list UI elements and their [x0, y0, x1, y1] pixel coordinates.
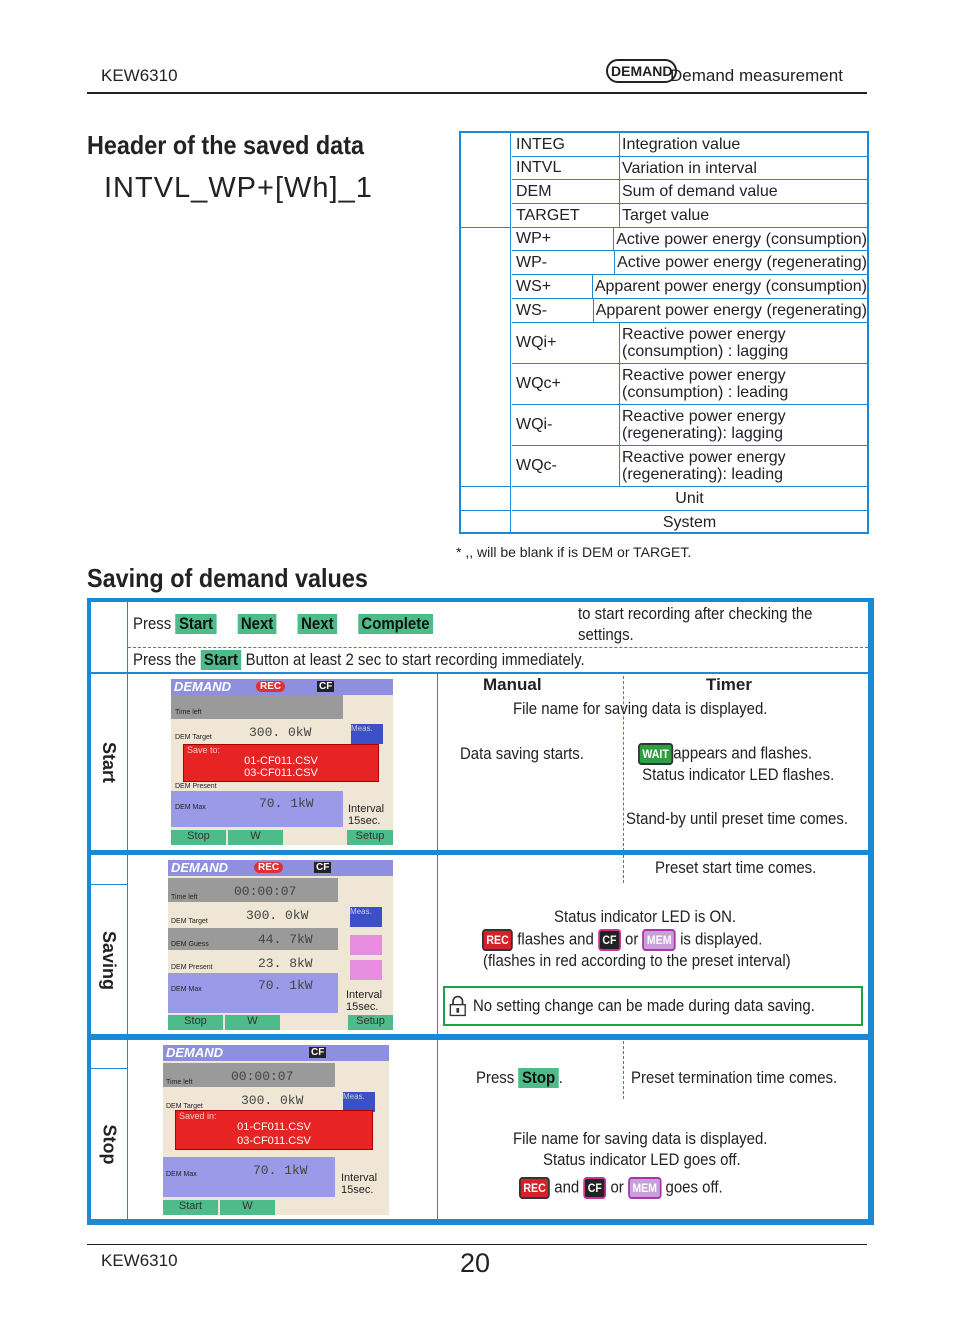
header-example: INTVL_WP+[Wh]_1	[104, 172, 373, 204]
cf-icon: CF	[597, 929, 621, 951]
table-row: WP+ Active power energy (consumption)	[512, 227, 867, 250]
table-row: WS- Apparent power energy (regenerating)	[512, 298, 867, 322]
row-code: INTVL	[512, 157, 620, 179]
rec-icon: REC	[482, 929, 514, 951]
row-code: WQi-	[512, 405, 620, 445]
page-number: 20	[460, 1248, 491, 1278]
lock-icon	[449, 995, 466, 1017]
stop-line1: File name for saving data is displayed.	[513, 1129, 768, 1148]
row-desc: Reactive power energy (regenerating): lag…	[622, 408, 786, 442]
row-code: TARGET	[512, 204, 620, 227]
table-row: WQc- Reactive power energy (regenerating):…	[512, 445, 867, 486]
timer-text-3: Stand-by until preset time comes.	[626, 809, 849, 828]
table-note: * ,, will be blank if is DEM or TARGET.	[456, 544, 692, 560]
start-screen: DEMAND REC CF Time left DEM Target 300. …	[171, 679, 393, 845]
saving-line2b: is displayed.	[680, 929, 763, 949]
start-file-name: File name for saving data is displayed.	[513, 699, 768, 718]
table-row: WQi+ Reactive power energy (consumption) :…	[512, 322, 867, 363]
row-desc: Apparent power energy (consumption)	[594, 278, 867, 295]
footer-model: KEW6310	[101, 1251, 178, 1270]
intro-after2: settings.	[578, 625, 634, 644]
mem-icon-off: MEM	[627, 1177, 662, 1199]
stop-dot: .	[558, 1068, 563, 1087]
row-desc: Variation in interval	[622, 159, 757, 177]
intro-after: to start recording after checking the	[578, 604, 813, 623]
goes-off-text: goes off.	[665, 1177, 723, 1197]
start-button-long[interactable]: Start	[200, 650, 242, 670]
saving-line1: Status indicator LED is ON.	[554, 907, 737, 926]
stop-timer: Preset termination time comes.	[631, 1068, 838, 1087]
complete-button[interactable]: Complete	[357, 614, 434, 634]
row-code: WQi+	[512, 323, 620, 363]
lock-note-box: No setting change can be made during dat…	[443, 986, 863, 1026]
system-label: System	[662, 513, 717, 531]
row-desc: Reactive power energy (consumption) : lag…	[622, 326, 789, 360]
header-model: KEW6310	[101, 66, 178, 85]
line2-text: Press the	[133, 650, 197, 669]
table-row: TARGET Target value	[512, 203, 867, 227]
col-manual: Manual	[483, 675, 542, 694]
unit-label: Unit	[675, 489, 704, 507]
saved-data-title: Header of the saved data	[87, 130, 365, 160]
row-code: WS-	[512, 299, 594, 322]
wait-icon: WAIT	[638, 743, 674, 765]
table-row: INTEG Integration value	[512, 133, 867, 156]
row-code: WP-	[512, 251, 616, 274]
row-label-saving: Saving	[99, 930, 119, 990]
row-code: DEM	[512, 180, 620, 203]
row-desc: Active power energy (consumption)	[616, 230, 867, 248]
row-desc: Sum of demand value	[622, 183, 778, 200]
next-button[interactable]: Next	[237, 614, 277, 634]
table-row: WS+ Apparent power energy (consumption)	[512, 274, 867, 298]
row-label-start: Start	[99, 741, 120, 783]
line2-text-b: Button at least 2 sec to start recording…	[245, 650, 585, 669]
saving-title: Saving of demand values	[87, 563, 368, 593]
next-button-2[interactable]: Next	[297, 614, 338, 634]
system-row: System	[512, 510, 867, 534]
col-timer: Timer	[706, 675, 752, 694]
saving-line2a: flashes and	[517, 929, 594, 949]
saving-line3: (flashes in red according to the preset …	[483, 951, 791, 970]
unit-row: Unit	[512, 486, 867, 510]
row-desc: Active power energy (regenerating)	[617, 254, 867, 271]
mem-icon: MEM	[642, 929, 676, 951]
stop-line2: Status indicator LED goes off.	[543, 1150, 741, 1169]
press-text: Press	[133, 614, 172, 633]
cf-icon-off: CF	[583, 1177, 607, 1199]
table-row: INTVL Variation in interval	[512, 156, 867, 179]
stop-screen: DEMAND CF Time left 00:00:07 DEM Target …	[163, 1045, 389, 1215]
saving-screen: DEMAND REC CF Time left 00:00:07 DEM Tar…	[168, 860, 393, 1030]
timer-text-1: appears and flashes.	[673, 743, 813, 763]
row-code: INTEG	[512, 133, 620, 156]
demand-badge: DEMAND	[606, 59, 678, 83]
row-label-stop: Stop	[99, 1124, 119, 1164]
row-code: WQc-	[512, 446, 620, 486]
table-row: WP- Active power energy (regenerating)	[512, 250, 867, 274]
row-desc: Integration value	[622, 136, 741, 153]
table-row: WQc+ Reactive power energy (consumption) :…	[512, 363, 867, 404]
start-manual: Data saving starts.	[460, 744, 584, 763]
row-desc: Apparent power energy (regenerating)	[595, 302, 867, 319]
rec-icon-off: REC	[519, 1177, 551, 1199]
header-rule	[87, 92, 867, 94]
and-text: and	[554, 1177, 580, 1197]
timer-text-2: Status indicator LED flashes.	[642, 765, 835, 784]
row-desc: Reactive power energy (regenerating): lea…	[622, 449, 786, 483]
table-row: DEM Sum of demand value	[512, 179, 867, 203]
row-code: WP+	[512, 228, 615, 250]
start-button[interactable]: Start	[175, 614, 217, 634]
or-text: or	[625, 929, 639, 949]
row-desc: Reactive power energy (consumption) : lea…	[622, 367, 789, 401]
stop-press: Press	[476, 1068, 515, 1087]
or-text-stop: or	[610, 1177, 624, 1197]
header-code-table: INTEG Integration value INTVL Variation in …	[459, 131, 869, 534]
lock-note: No setting change can be made during dat…	[472, 996, 815, 1015]
row-code: WS+	[512, 275, 593, 298]
row-code: WQc+	[512, 364, 620, 404]
header-section: Demand measurement	[670, 66, 843, 85]
saving-timer: Preset start time comes.	[655, 858, 817, 877]
table-row: WQi- Reactive power energy (regenerating):…	[512, 404, 867, 445]
stop-button[interactable]: Stop	[518, 1068, 559, 1088]
row-desc: Target value	[622, 207, 710, 224]
